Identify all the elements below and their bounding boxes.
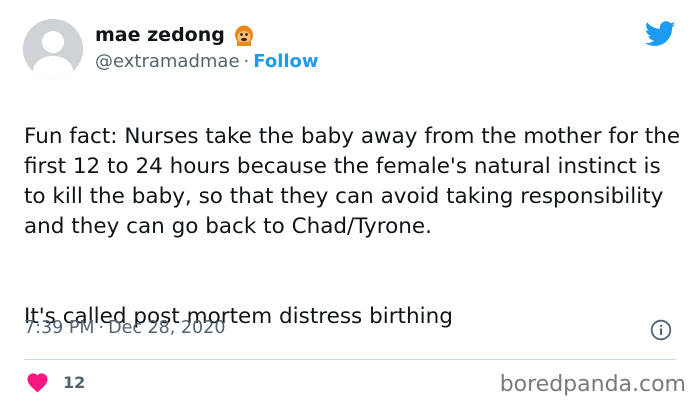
- author-handle-row: @extramadmae · Follow: [95, 51, 319, 72]
- timestamp-separator: ·: [98, 318, 105, 338]
- tweet-timestamp[interactable]: 7:39 PM · Dec 28, 2020: [24, 318, 225, 338]
- author-display-name[interactable]: mae zedong: [95, 24, 225, 46]
- follow-button[interactable]: Follow: [253, 51, 318, 72]
- author-handle[interactable]: @extramadmae: [95, 51, 240, 72]
- tweet-date: Dec 28, 2020: [108, 318, 226, 338]
- like-count: 12: [63, 373, 86, 392]
- author-name-row: mae zedong: [95, 24, 255, 46]
- tweet-paragraph: Fun fact: Nurses take the baby away from…: [24, 124, 681, 239]
- handle-separator: ·: [243, 51, 250, 72]
- heart-icon[interactable]: [26, 372, 49, 393]
- info-icon[interactable]: [650, 319, 672, 341]
- divider: [24, 359, 676, 360]
- avatar[interactable]: [23, 19, 83, 79]
- tweet-time: 7:39 PM: [24, 318, 95, 338]
- watermark-logo: boredpanda.com: [499, 372, 686, 397]
- likes-row[interactable]: 12: [26, 372, 85, 393]
- default-avatar-icon: [23, 19, 83, 79]
- twitter-bird-icon[interactable]: [645, 21, 676, 47]
- monkey-emoji-icon: [233, 24, 255, 46]
